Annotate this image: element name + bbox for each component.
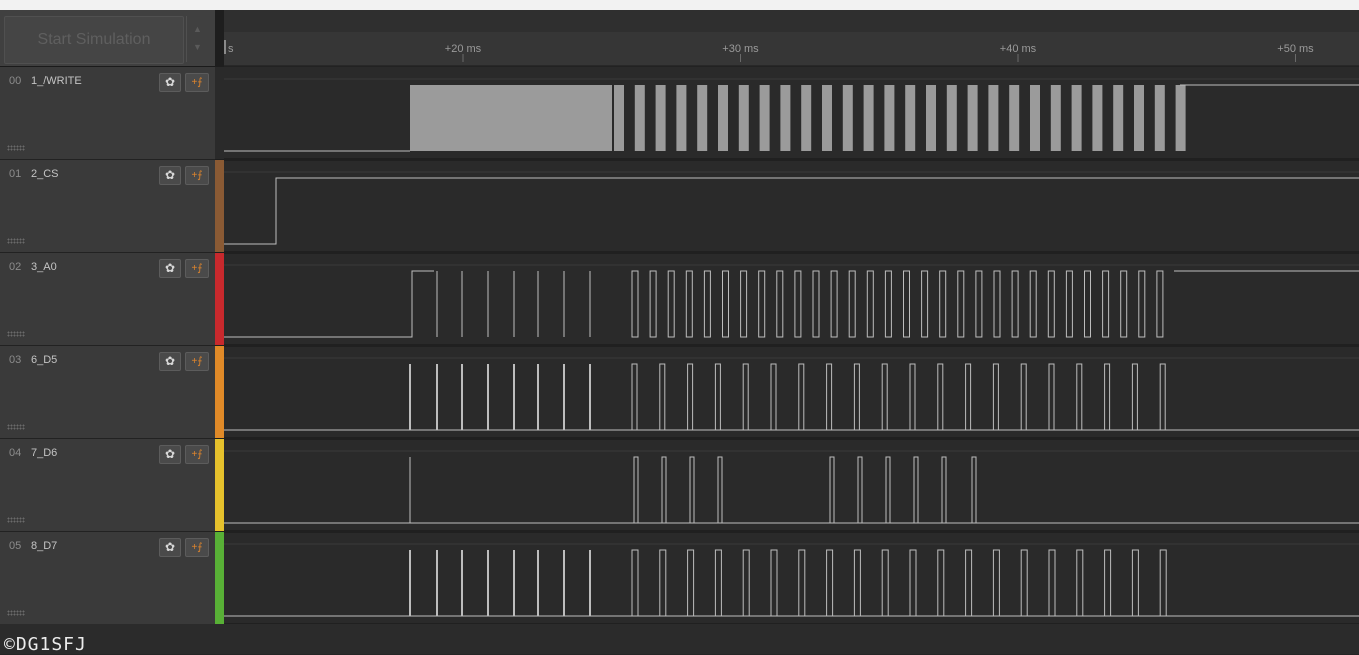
waveform-pulse	[1009, 85, 1020, 151]
trigger-edge-icon[interactable]: +⨍	[185, 73, 209, 92]
gear-icon[interactable]: ✿	[159, 259, 181, 278]
waveform-pulse	[1175, 85, 1186, 151]
trigger-edge-icon[interactable]: +⨍	[185, 352, 209, 371]
waveform-pulse	[1113, 85, 1124, 151]
row-separator	[224, 251, 1359, 254]
channel-name[interactable]: 1_/WRITE	[31, 75, 82, 87]
channel-row[interactable]: 05 8_D7 ✿ +⨍	[0, 532, 215, 625]
waveform-pulse	[842, 85, 853, 151]
channel-color-strip	[215, 532, 224, 624]
drag-handle[interactable]	[7, 331, 25, 337]
timeline-top-strip	[224, 10, 1359, 32]
waveform-pulse	[822, 85, 832, 151]
drag-handle[interactable]	[7, 610, 25, 616]
drag-handle[interactable]	[7, 517, 25, 523]
watermark: ©DG1SFJ	[4, 634, 87, 655]
scroll-arrows[interactable]: ▲ ▼	[186, 16, 211, 62]
channel-index: 02	[9, 261, 22, 273]
waveform-pulse	[1092, 85, 1103, 151]
waveform-pulse	[718, 85, 728, 151]
waveform-pulse	[655, 85, 666, 151]
gear-icon[interactable]: ✿	[159, 538, 181, 557]
channel-row[interactable]: 01 2_CS ✿ +⨍	[0, 160, 215, 253]
waveform-burst	[410, 85, 612, 151]
waveform-plot[interactable]: s +20 ms +30 ms +40 ms +50 ms	[224, 10, 1359, 624]
waveform-pulse	[738, 85, 749, 151]
channel-row[interactable]: 00 1_/WRITE ✿ +⨍	[0, 67, 215, 160]
channel-index: 05	[9, 540, 22, 552]
row-separator	[224, 530, 1359, 533]
trigger-edge-icon[interactable]: +⨍	[185, 259, 209, 278]
drag-handle[interactable]	[7, 424, 25, 430]
channel-panel: Start Simulation ▲ ▼ 00 1_/WRITE ✿ +⨍ 01…	[0, 10, 215, 625]
ruler-tick-label: +50 ms	[1277, 43, 1314, 55]
waveform-pulse	[801, 85, 812, 151]
waveform-pulse	[697, 85, 708, 151]
channel-index: 04	[9, 447, 22, 459]
channel-row[interactable]: 03 6_D5 ✿ +⨍	[0, 346, 215, 439]
channel-name[interactable]: 3_A0	[31, 261, 57, 273]
scroll-up-icon[interactable]: ▲	[193, 24, 202, 34]
scroll-down-icon[interactable]: ▼	[193, 42, 202, 52]
waveform-pulse	[676, 85, 687, 151]
waveform-pulse	[1134, 85, 1144, 151]
channel-name[interactable]: 2_CS	[31, 168, 59, 180]
waveform-pulse	[634, 85, 645, 151]
waveform-pulse	[926, 85, 936, 151]
waveform-pulse	[1050, 85, 1061, 151]
channel-row[interactable]: 02 3_A0 ✿ +⨍	[0, 253, 215, 346]
trigger-edge-icon[interactable]: +⨍	[185, 445, 209, 464]
row-separator	[224, 158, 1359, 161]
drag-handle[interactable]	[7, 238, 25, 244]
drag-handle[interactable]	[7, 145, 25, 151]
channel-index: 03	[9, 354, 22, 366]
waveform-pulse	[967, 85, 978, 151]
channel-color-strip	[215, 346, 224, 438]
channel-name[interactable]: 6_D5	[31, 354, 57, 366]
waveform-pulse	[780, 85, 791, 151]
gear-icon[interactable]: ✿	[159, 73, 181, 92]
simulation-header: Start Simulation ▲ ▼	[0, 10, 215, 67]
channel-index: 01	[9, 168, 22, 180]
waveform-pulse	[863, 85, 874, 151]
ruler-start-label: s	[228, 43, 234, 55]
waveform-pulse	[759, 85, 770, 151]
waveform-pulse	[884, 85, 895, 151]
waveform-pulse	[1071, 85, 1082, 151]
waveform-pulse	[988, 85, 999, 151]
row-separator	[224, 437, 1359, 440]
channel-color-strip	[215, 67, 224, 159]
ruler-tick-label: +30 ms	[722, 43, 759, 55]
ruler-tick-label: +40 ms	[1000, 43, 1037, 55]
waveform-pulse	[946, 85, 957, 151]
waveform-pulse	[1154, 85, 1165, 151]
status-bar: ©DG1SFJ	[0, 624, 1359, 654]
start-simulation-button[interactable]: Start Simulation	[4, 16, 184, 64]
top-bar	[0, 0, 1359, 10]
channel-color-strip	[215, 160, 224, 252]
gear-icon[interactable]: ✿	[159, 445, 181, 464]
channel-color-strip	[215, 253, 224, 345]
channel-color-strip	[215, 439, 224, 531]
trigger-edge-icon[interactable]: +⨍	[185, 538, 209, 557]
channel-row[interactable]: 04 7_D6 ✿ +⨍	[0, 439, 215, 532]
channel-index: 00	[9, 75, 22, 87]
channel-name[interactable]: 8_D7	[31, 540, 57, 552]
ruler-start-marker	[224, 40, 226, 54]
waveform-pulse	[1030, 85, 1040, 151]
channel-name[interactable]: 7_D6	[31, 447, 57, 459]
waveform-pulse	[614, 85, 624, 151]
gear-icon[interactable]: ✿	[159, 352, 181, 371]
waveform-pulse	[905, 85, 916, 151]
logic-analyzer-window: Start Simulation ▲ ▼ 00 1_/WRITE ✿ +⨍ 01…	[0, 0, 1359, 654]
row-separator	[224, 344, 1359, 347]
trigger-edge-icon[interactable]: +⨍	[185, 166, 209, 185]
gear-icon[interactable]: ✿	[159, 166, 181, 185]
ruler-tick-label: +20 ms	[445, 43, 482, 55]
